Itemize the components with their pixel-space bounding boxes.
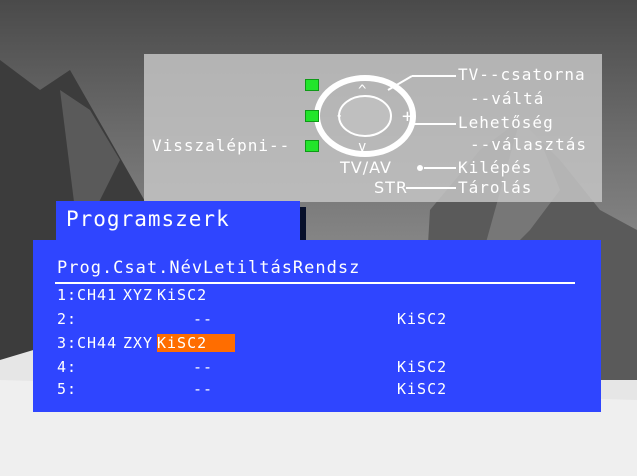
- dpad-up-icon: ^: [358, 83, 368, 99]
- row-channel: --: [193, 310, 214, 328]
- row-name: XYZ: [123, 286, 154, 304]
- list-header: Prog.Csat.NévLetiltásRendsz: [57, 258, 361, 278]
- exit-leader-dot: [417, 165, 423, 171]
- help-back: Visszalépni--: [152, 136, 291, 155]
- dpad-right-icon: +: [402, 106, 414, 127]
- row-system-selected[interactable]: KiSC2: [157, 334, 236, 352]
- row-system: KiSC2: [157, 286, 208, 304]
- dpad-center: [338, 95, 392, 137]
- row-channel: CH44: [77, 334, 118, 352]
- menu-title-box: Programszerk: [56, 201, 300, 241]
- program-row-2[interactable]: 2: -- KiSC2: [57, 310, 597, 330]
- row-num: 5:: [57, 380, 78, 398]
- header-divider: [55, 282, 575, 284]
- help-select: --választás: [470, 135, 587, 154]
- row-channel: --: [193, 380, 214, 398]
- program-list: Prog.Csat.NévLetiltásRendsz 1: CH41 XYZ …: [33, 240, 601, 412]
- dpad-down-icon: v: [358, 139, 368, 155]
- help-str: STR: [374, 178, 409, 197]
- green-indicator-1: [305, 79, 319, 91]
- row-system: KiSC2: [397, 310, 448, 328]
- help-switch: --váltá: [470, 89, 545, 108]
- help-tvav: TV/AV: [340, 158, 392, 177]
- remote-help-panel: ^ v - + TV--csatorna --váltá Lehetőség -…: [144, 54, 602, 202]
- program-row-1[interactable]: 1: CH41 XYZ KiSC2: [57, 286, 597, 306]
- row-num: 1:: [57, 286, 78, 304]
- program-row-4[interactable]: 4: -- KiSC2: [57, 358, 597, 378]
- row-num: 4:: [57, 358, 78, 376]
- menu-title: Programszerk: [66, 207, 230, 231]
- help-option: Lehetőség: [458, 113, 554, 132]
- green-indicator-3: [305, 140, 319, 152]
- row-num: 3:: [57, 334, 78, 352]
- program-row-5[interactable]: 5: -- KiSC2: [57, 380, 597, 400]
- program-row-3[interactable]: 3: CH44 ZXY KiSC2: [57, 334, 597, 354]
- row-system: KiSC2: [397, 380, 448, 398]
- row-num: 2:: [57, 310, 78, 328]
- row-channel: CH41: [77, 286, 118, 304]
- help-exit: Kilépés: [458, 158, 533, 177]
- row-name: ZXY: [123, 334, 154, 352]
- row-channel: --: [193, 358, 214, 376]
- help-tv-channel: TV--csatorna: [458, 65, 586, 84]
- help-store: Tárolás: [458, 178, 533, 197]
- green-indicator-2: [305, 110, 319, 122]
- dpad-left-icon: -: [335, 108, 345, 124]
- row-system: KiSC2: [397, 358, 448, 376]
